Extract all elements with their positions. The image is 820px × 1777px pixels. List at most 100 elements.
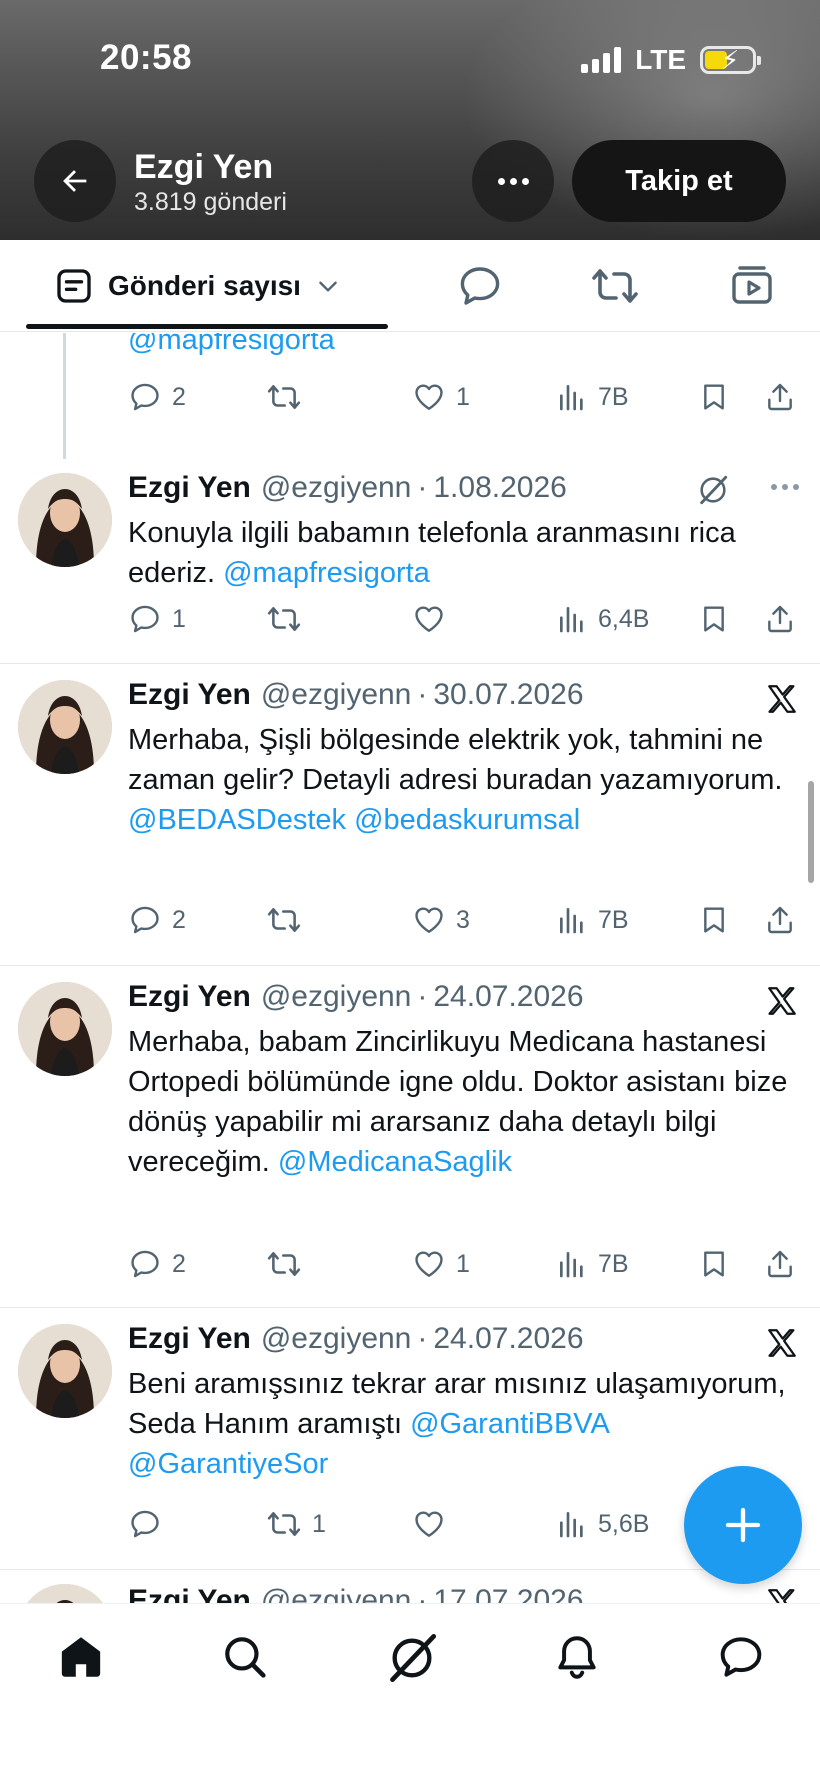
post-count: 3.819 gönderi: [134, 188, 287, 216]
bookmark-button[interactable]: [698, 377, 730, 417]
tweet[interactable]: Ezgi Yen @ezgiyenn · 1.08.2026 Konuyla i…: [0, 459, 820, 664]
bookmark-button[interactable]: [698, 599, 730, 639]
x-logo-icon[interactable]: [764, 1326, 800, 1365]
avatar[interactable]: [18, 473, 112, 567]
like-count: 1: [456, 1249, 470, 1278]
bookmark-button[interactable]: [698, 900, 730, 940]
author-name[interactable]: Ezgi Yen: [128, 1322, 251, 1356]
repost-button[interactable]: [266, 377, 302, 417]
back-button[interactable]: [34, 140, 116, 222]
tab-replies[interactable]: [456, 262, 504, 315]
avatar[interactable]: [18, 1584, 112, 1603]
scrollbar-thumb[interactable]: [808, 781, 814, 883]
like-button[interactable]: [412, 1504, 456, 1544]
repost-button[interactable]: [266, 1244, 312, 1284]
profile-tab-bar: Gönderi sayısı: [0, 240, 820, 332]
reply-button[interactable]: 1: [128, 599, 186, 639]
more-options-button[interactable]: [472, 140, 554, 222]
share-button[interactable]: [764, 599, 796, 639]
mention-link[interactable]: @BEDASDestek @bedaskurumsal: [128, 804, 580, 836]
share-icon: [768, 1250, 792, 1278]
tweet[interactable]: Ezgi Yen @ezgiyenn · 30.07.2026 Merhaba,…: [0, 664, 820, 966]
reply-button[interactable]: 2: [128, 1244, 186, 1284]
like-button[interactable]: 1: [412, 1244, 470, 1284]
home-icon: [61, 1637, 101, 1677]
repost-icon: [592, 269, 638, 303]
mention-link[interactable]: @MedicanaSaglik: [278, 1146, 512, 1178]
reply-button[interactable]: [128, 1504, 172, 1544]
back-arrow-icon: [63, 170, 87, 192]
author-handle[interactable]: @ezgiyenn: [261, 1322, 412, 1356]
reply-bubble-icon: [460, 267, 500, 305]
avatar[interactable]: [18, 1324, 112, 1418]
bookmark-button[interactable]: [698, 1244, 730, 1284]
nav-search[interactable]: [220, 1632, 270, 1687]
author-handle[interactable]: @ezgiyenn: [261, 1584, 412, 1603]
tab-post-sort[interactable]: Gönderi sayısı: [54, 266, 341, 306]
x-logo-icon[interactable]: [764, 984, 800, 1023]
tweet-date[interactable]: 24.07.2026: [433, 980, 583, 1014]
separator-dot: ·: [417, 678, 428, 711]
tweet-date[interactable]: 1.08.2026: [433, 471, 566, 505]
share-button[interactable]: [764, 377, 796, 417]
author-name[interactable]: Ezgi Yen: [128, 678, 251, 712]
nav-grok[interactable]: [386, 1632, 438, 1689]
repost-button[interactable]: [266, 900, 312, 940]
avatar[interactable]: [18, 680, 112, 774]
reply-button[interactable]: 2: [128, 900, 186, 940]
tweet-date[interactable]: 17.07.2026: [433, 1584, 583, 1603]
mention-link[interactable]: @mapfresigorta: [128, 333, 335, 356]
tab-media[interactable]: [728, 262, 776, 315]
author-name[interactable]: Ezgi Yen: [128, 980, 251, 1014]
author-handle[interactable]: @ezgiyenn: [261, 471, 412, 505]
tweet-date[interactable]: 30.07.2026: [433, 678, 583, 712]
tab-reposts[interactable]: [590, 262, 640, 315]
views-button[interactable]: 5,6B: [556, 1504, 649, 1544]
reply-count: 2: [172, 905, 186, 934]
views-button[interactable]: 7B: [556, 900, 629, 940]
author-handle[interactable]: @ezgiyenn: [261, 980, 412, 1014]
like-button[interactable]: 1: [412, 377, 470, 417]
share-button[interactable]: [764, 1244, 796, 1284]
views-count: 7B: [598, 382, 629, 411]
author-handle[interactable]: @ezgiyenn: [261, 678, 412, 712]
more-options-icon[interactable]: [770, 479, 800, 497]
repost-button[interactable]: 1: [266, 1504, 326, 1544]
follow-button[interactable]: Takip et: [572, 140, 786, 222]
bookmark-icon: [704, 384, 724, 410]
message-bubble-icon: [720, 1637, 762, 1677]
avatar[interactable]: [18, 982, 112, 1076]
like-button[interactable]: [412, 599, 456, 639]
reply-button[interactable]: 2: [128, 377, 186, 417]
tweet-text: Merhaba, babam Zincirlikuyu Medicana has…: [128, 1022, 798, 1182]
tweet[interactable]: Ezgi Yen @ezgiyenn · 24.07.2026 Merhaba,…: [0, 966, 820, 1308]
author-name[interactable]: Ezgi Yen: [128, 1584, 251, 1603]
grok-icon[interactable]: [696, 473, 730, 512]
tweet-clipped[interactable]: Ezgi Yen @ezgiyenn · 17.07.2026: [0, 1570, 820, 1603]
heart-icon: [415, 384, 443, 410]
views-chart-icon: [560, 385, 583, 411]
nav-messages[interactable]: [716, 1632, 766, 1687]
compose-button[interactable]: [684, 1466, 802, 1584]
reply-icon: [131, 605, 159, 633]
like-button[interactable]: 3: [412, 900, 470, 940]
bell-icon: [558, 1636, 596, 1679]
views-button[interactable]: 7B: [556, 377, 629, 417]
views-count: 6,4B: [598, 604, 650, 633]
nav-notifications[interactable]: [552, 1632, 602, 1687]
reply-count: 2: [172, 1249, 186, 1278]
repost-button[interactable]: [266, 599, 312, 639]
share-button[interactable]: [764, 900, 796, 940]
nav-home[interactable]: [56, 1632, 106, 1687]
views-button[interactable]: 6,4B: [556, 599, 649, 639]
mention-link[interactable]: @mapfresigorta: [223, 557, 430, 589]
views-button[interactable]: 7B: [556, 1244, 629, 1284]
heart-icon: [415, 907, 443, 933]
x-logo-icon[interactable]: [764, 682, 800, 721]
author-name[interactable]: Ezgi Yen: [128, 471, 251, 505]
tweet-body: Konuyla ilgili babamın telefonla aranmas…: [128, 517, 736, 589]
views-count: 5,6B: [598, 1509, 650, 1538]
tweet-date[interactable]: 24.07.2026: [433, 1322, 583, 1356]
x-logo-icon[interactable]: [764, 1586, 800, 1603]
tweet-feed[interactable]: @mapfresigorta 2 1 7B Ezgi Yen @ezgiyenn…: [0, 333, 820, 1603]
